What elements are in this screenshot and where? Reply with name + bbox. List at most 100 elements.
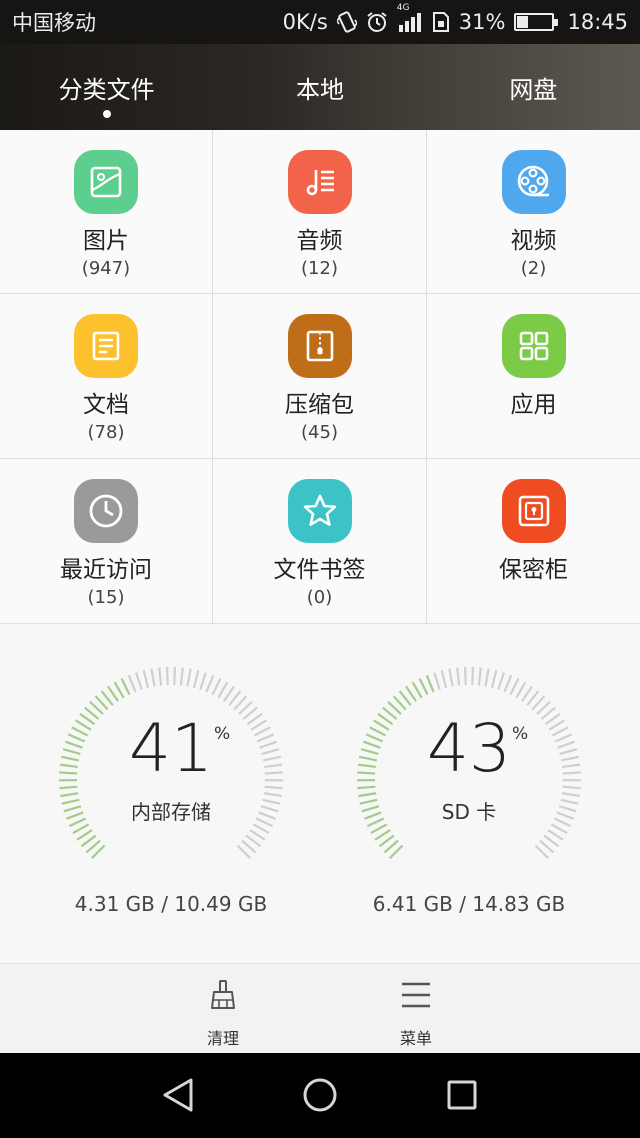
- storage-usage: 6.41 GB / 14.83 GB: [372, 892, 566, 916]
- tab-label: 分类文件: [58, 75, 155, 104]
- gauge-tick-free: [448, 668, 454, 687]
- category-recent[interactable]: 最近访问 (15): [0, 459, 213, 624]
- gauge-tick-free: [217, 681, 229, 699]
- gauge-tick-used: [405, 685, 418, 702]
- gauge-tick-free: [192, 670, 200, 689]
- system-navigation-bar: [0, 1053, 640, 1138]
- gauge-tick-free: [249, 829, 266, 841]
- alarm-icon: [366, 11, 388, 33]
- image-icon: [74, 150, 138, 214]
- gauge-tick-free: [440, 670, 448, 689]
- broom-icon: [207, 979, 239, 1015]
- tab-local[interactable]: 本地: [213, 44, 426, 130]
- gauge-tick-used: [411, 681, 423, 699]
- menu-label: 菜单: [399, 1029, 432, 1048]
- battery-icon: [514, 13, 559, 31]
- gauge-tick-free: [158, 667, 163, 686]
- clean-label: 清理: [206, 1029, 239, 1048]
- gauge-tick-used: [357, 785, 376, 790]
- category-label: 文档: [83, 392, 129, 418]
- gauge-tick-free: [186, 668, 192, 687]
- film-reel-icon: [501, 150, 566, 214]
- gauge-tick-used: [418, 678, 429, 696]
- category-apps[interactable]: 应用: [427, 294, 640, 459]
- gauge-tick-used: [107, 685, 120, 702]
- battery-percent: 31%: [458, 10, 506, 34]
- category-audio[interactable]: 音频 (12): [213, 130, 427, 294]
- gauge-tick-free: [515, 681, 527, 699]
- gauge-tick-used: [72, 823, 90, 835]
- gauge-tick-free: [142, 670, 150, 689]
- tab-categories[interactable]: 分类文件: [0, 44, 213, 130]
- gauge-tick-used: [59, 785, 78, 790]
- clean-button[interactable]: 清理: [163, 965, 283, 1053]
- category-grid: 图片 (947) 音频 (12) 视频 (2) 文档 (78) 压缩包 (45)…: [0, 130, 640, 624]
- category-label: 音频: [296, 228, 343, 254]
- category-count: (2): [520, 258, 547, 279]
- category-archives[interactable]: 压缩包 (45): [213, 294, 427, 459]
- category-label: 最近访问: [60, 557, 152, 583]
- music-icon: [287, 150, 352, 214]
- sim-icon: [432, 11, 450, 33]
- category-safe[interactable]: 保密柜: [427, 459, 640, 624]
- category-label: 压缩包: [285, 392, 354, 418]
- tab-bar: 分类文件 本地 网盘: [0, 44, 640, 130]
- apps-grid-icon: [501, 314, 566, 378]
- gauge-tick-free: [205, 674, 215, 693]
- gauge-tick-free: [433, 672, 441, 691]
- menu-button[interactable]: 菜单: [356, 965, 476, 1053]
- status-bar: 中国移动 0K/s 4G 31% 18:45: [0, 0, 640, 44]
- document-icon: [74, 314, 138, 378]
- internal-storage-gauge[interactable]: 41 % 内部存储: [56, 664, 286, 894]
- category-label: 文件书签: [273, 557, 366, 583]
- gauge-tick-free: [211, 678, 222, 696]
- category-label: 应用: [510, 392, 557, 418]
- percent-sign: %: [512, 724, 529, 744]
- gauge-tick-free: [562, 785, 581, 790]
- gauge-tick-free: [252, 823, 270, 835]
- category-count: (947): [81, 258, 131, 279]
- active-tab-indicator: [102, 110, 111, 118]
- sd-card-gauge[interactable]: 43 % SD 卡: [354, 664, 584, 894]
- home-icon[interactable]: [300, 1075, 340, 1115]
- storage-percent: 41: [129, 710, 213, 787]
- category-bookmarks[interactable]: 文件书签 (0): [213, 459, 427, 624]
- vibrate-icon: [336, 11, 357, 33]
- gauge-tick-used: [120, 678, 131, 696]
- storage-usage: 4.31 GB / 10.49 GB: [74, 892, 268, 916]
- tab-label: 网盘: [509, 75, 558, 104]
- tab-cloud-drive[interactable]: 网盘: [427, 44, 640, 130]
- recents-icon[interactable]: [442, 1075, 482, 1115]
- gauge-tick-free: [497, 672, 505, 691]
- gauge-tick-free: [520, 685, 533, 702]
- gauge-tick-free: [127, 674, 137, 693]
- category-count: (0): [306, 587, 333, 608]
- gauge-tick-free: [547, 829, 564, 841]
- percent-sign: %: [214, 724, 231, 744]
- gauge-tick-free: [477, 667, 482, 686]
- gauge-tick-free: [150, 668, 156, 687]
- category-documents[interactable]: 文档 (78): [0, 294, 213, 459]
- carrier-name: 中国移动: [12, 11, 96, 35]
- gauge-tick-free: [509, 678, 520, 696]
- clock-time: 18:45: [567, 10, 628, 34]
- category-count: (15): [87, 587, 125, 608]
- gauge-tick-free: [179, 667, 184, 686]
- category-label: 视频: [510, 228, 557, 254]
- storage-name: SD 卡: [441, 800, 497, 824]
- gauge-tick-free: [503, 674, 513, 693]
- star-icon: [287, 479, 352, 543]
- safe-icon: [501, 479, 566, 543]
- signal-icon: 4G: [397, 3, 423, 33]
- back-icon[interactable]: [158, 1075, 198, 1115]
- storage-percent: 43: [427, 710, 511, 787]
- gauge-tick-used: [113, 681, 125, 699]
- category-label: 保密柜: [499, 557, 568, 583]
- storage-panel: 41 % 内部存储 4.31 GB / 10.49 GB 43 % SD 卡 6…: [0, 624, 640, 964]
- gauge-tick-free: [490, 670, 498, 689]
- zip-archive-icon: [287, 314, 352, 378]
- category-count: (12): [301, 258, 338, 279]
- category-video[interactable]: 视频 (2): [427, 130, 640, 294]
- category-images[interactable]: 图片 (947): [0, 130, 213, 294]
- network-type: 4G: [396, 3, 410, 13]
